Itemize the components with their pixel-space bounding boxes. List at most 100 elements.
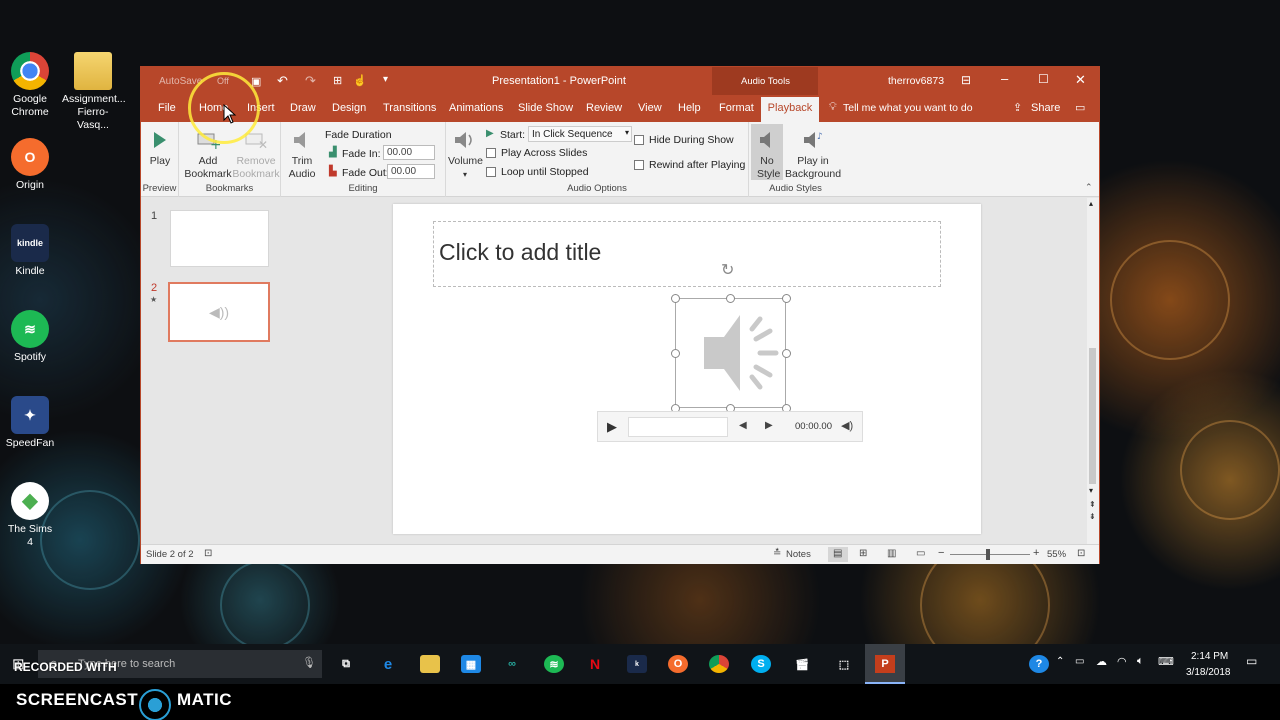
zoom-percent[interactable]: 55% [1047, 549, 1066, 560]
desktop-icon-kindle[interactable]: kindle Kindle [4, 224, 56, 278]
slide-canvas[interactable]: Click to add title ↻ ▶ ◀︎ ▶︎ 00:00.00 ◀︎… [393, 204, 981, 534]
file-explorer-icon[interactable] [420, 655, 440, 673]
share-icon[interactable]: ⇪ [1013, 101, 1022, 114]
zoom-slider-thumb[interactable] [986, 549, 990, 560]
no-style-button[interactable]: No Style [751, 124, 783, 180]
infinity-app-icon[interactable]: ∞ [502, 655, 522, 673]
tab-view[interactable]: View [638, 102, 662, 114]
movie-maker-icon[interactable]: 🎬︎ [792, 655, 812, 673]
skype-icon[interactable]: S [751, 655, 771, 673]
tab-playback[interactable]: Playback [761, 97, 819, 122]
wifi-icon[interactable]: ◠ [1117, 655, 1127, 668]
comments-icon[interactable]: ▭ [1075, 101, 1085, 114]
tab-review[interactable]: Review [586, 102, 622, 114]
clock-date[interactable]: 3/18/2018 [1186, 667, 1231, 678]
tab-help[interactable]: Help [678, 102, 701, 114]
redo-icon[interactable]: ↷ [305, 73, 316, 89]
tab-draw[interactable]: Draw [290, 102, 316, 114]
volume-tray-icon[interactable]: 🔈︎ [1137, 655, 1144, 668]
zoom-out-icon[interactable]: − [938, 547, 944, 559]
notes-button[interactable]: Notes [786, 549, 811, 560]
slideshow-view-icon[interactable]: ▭ [916, 548, 925, 559]
undo-icon[interactable]: ↶ [277, 73, 288, 89]
loop-checkbox[interactable]: Loop until Stopped [486, 166, 589, 178]
desktop-icon-sims[interactable]: ◆ The Sims 4 [4, 482, 56, 549]
chrome-taskbar-icon[interactable] [709, 655, 729, 673]
title-placeholder[interactable]: Click to add title [433, 221, 941, 287]
minimize-icon[interactable]: – [1001, 71, 1008, 86]
store-icon[interactable]: ▦ [461, 655, 481, 673]
zoom-in-icon[interactable]: + [1033, 547, 1039, 559]
tray-app-icon[interactable]: ▭ [1075, 656, 1084, 667]
tab-design[interactable]: Design [332, 102, 366, 114]
tab-animations[interactable]: Animations [449, 102, 503, 114]
desktop-icon-chrome[interactable]: Google Chrome [4, 52, 56, 119]
clock-time[interactable]: 2:14 PM [1191, 651, 1228, 662]
netflix-icon[interactable]: N [585, 655, 605, 673]
share-button[interactable]: Share [1031, 102, 1060, 114]
present-icon[interactable]: ⊞ [333, 74, 342, 87]
close-icon[interactable]: ✕ [1075, 72, 1086, 88]
desktop-icon-origin[interactable]: O Origin [4, 138, 56, 192]
rewind-checkbox[interactable]: Rewind after Playing [634, 159, 745, 171]
help-icon[interactable]: ? [1029, 655, 1049, 673]
player-progress-track[interactable] [628, 417, 728, 437]
desktop-icon-spotify[interactable]: ≋ Spotify [4, 310, 56, 364]
play-across-slides-checkbox[interactable]: Play Across Slides [486, 147, 587, 159]
tab-file[interactable]: File [158, 102, 176, 114]
onedrive-icon[interactable]: ☁ [1096, 655, 1107, 668]
audio-icon-object[interactable] [675, 298, 786, 408]
resize-handle[interactable] [782, 349, 791, 358]
maximize-icon[interactable]: ☐ [1038, 72, 1049, 86]
vertical-scrollbar[interactable]: ▴ ▾ ⇞ ⇟ [1087, 198, 1099, 544]
scroll-down-icon[interactable]: ▾ [1089, 486, 1093, 495]
rotate-handle-icon[interactable]: ↻ [721, 260, 734, 280]
action-center-icon[interactable]: ▭ [1246, 654, 1257, 668]
resize-handle[interactable] [671, 349, 680, 358]
origin-taskbar-icon[interactable]: O [668, 655, 688, 673]
show-hidden-icons-icon[interactable]: ⌃ [1056, 656, 1064, 667]
tab-transitions[interactable]: Transitions [383, 102, 436, 114]
ribbon-display-icon[interactable]: ⊟ [961, 73, 971, 87]
spellcheck-icon[interactable]: ⊡ [204, 548, 212, 559]
edge-icon[interactable]: e [378, 655, 398, 673]
volume-button[interactable]: Volume ▾ [448, 128, 483, 181]
tell-me-search[interactable]: Tell me what you want to do [843, 102, 973, 114]
task-view-icon[interactable]: ⧉ [336, 655, 356, 673]
tab-slide-show[interactable]: Slide Show [518, 102, 573, 114]
scroll-up-icon[interactable]: ▴ [1089, 199, 1093, 208]
next-slide-icon[interactable]: ⇟ [1089, 512, 1096, 521]
player-play-icon[interactable]: ▶ [607, 419, 617, 435]
collapse-ribbon-icon[interactable]: ⌃ [1085, 182, 1093, 193]
tab-format[interactable]: Format [719, 102, 754, 114]
fit-slide-icon[interactable]: ⊡ [1077, 548, 1085, 559]
fade-in-input[interactable]: 00.00 [383, 145, 435, 160]
user-name[interactable]: therrov6873 [888, 75, 944, 87]
skip-forward-icon[interactable]: ▶︎ [765, 420, 773, 431]
scroll-thumb[interactable] [1089, 348, 1096, 484]
desktop-icon-folder[interactable]: Assignment... Fierro-Vasq... [62, 52, 126, 132]
zoom-slider[interactable] [950, 549, 1030, 560]
desktop-icon-speedfan[interactable]: ✦ SpeedFan [4, 396, 56, 450]
start-dropdown[interactable]: In Click Sequence ▾ [528, 126, 632, 142]
resize-handle[interactable] [726, 294, 735, 303]
previous-slide-icon[interactable]: ⇞ [1089, 500, 1096, 509]
powerpoint-taskbar-button[interactable]: P [865, 644, 905, 684]
hide-during-show-checkbox[interactable]: Hide During Show [634, 134, 734, 146]
touch-mode-icon[interactable]: ☝ [353, 74, 367, 87]
skip-back-icon[interactable]: ◀︎ [739, 420, 747, 431]
keyboard-icon[interactable]: ⌨ [1158, 655, 1174, 668]
trim-audio-button[interactable]: Trim Audio [285, 128, 319, 181]
play-button[interactable]: Play [145, 128, 175, 168]
slide-sorter-icon[interactable]: ⊞ [859, 548, 867, 559]
customize-qat-icon[interactable]: ▾ [383, 74, 388, 85]
player-volume-icon[interactable]: ◀︎) [841, 419, 853, 432]
play-in-background-button[interactable]: ♪ Play in Background [785, 128, 841, 181]
microphone-icon[interactable]: 🎙︎ [302, 656, 316, 669]
slide-thumbnail-1[interactable] [170, 210, 269, 267]
resize-handle[interactable] [671, 294, 680, 303]
slide-thumbnail-2[interactable]: ◀︎)) [168, 282, 270, 342]
snipping-tool-icon[interactable]: ⬚ [834, 655, 854, 673]
reading-view-icon[interactable]: ▥ [887, 548, 896, 559]
spotify-taskbar-icon[interactable]: ≋ [544, 655, 564, 673]
